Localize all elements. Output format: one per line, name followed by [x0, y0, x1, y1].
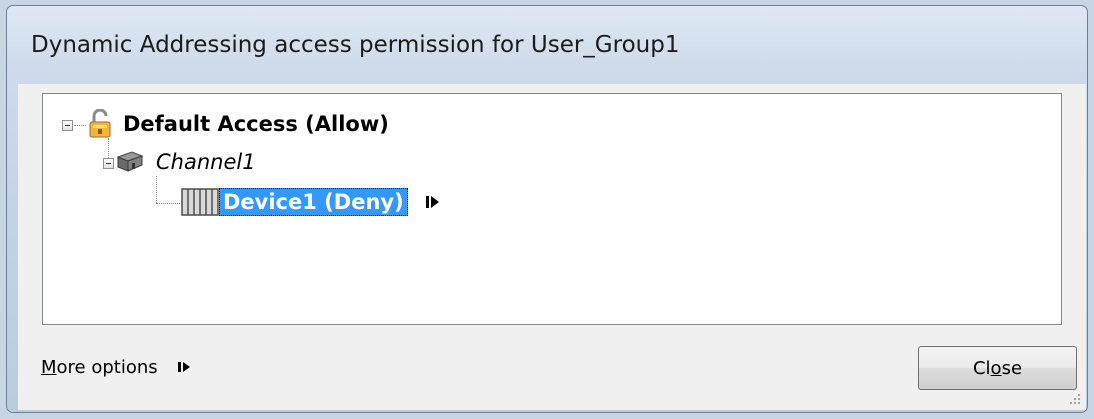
close-button[interactable]: Close [918, 346, 1077, 390]
window-title: Dynamic Addressing access permission for… [31, 32, 680, 58]
more-options-link[interactable]: More options [41, 357, 193, 378]
collapse-channel-icon[interactable] [103, 158, 114, 169]
close-label-a: Cl [972, 357, 991, 379]
tree-node-device1[interactable]: Device1 (Deny) [181, 187, 442, 217]
default-access-label: Default Access (Allow) [123, 112, 389, 136]
channel1-label: Channel1 [156, 150, 256, 174]
more-options-label: ore options [56, 357, 158, 378]
close-mnemonic: o [990, 357, 1002, 379]
channel-icon [116, 151, 144, 172]
permission-tree[interactable]: Default Access (Allow) Channel1 Device1 … [42, 93, 1062, 325]
unlocked-padlock-icon [89, 109, 111, 138]
more-options-mnemonic: M [41, 357, 57, 378]
tree-node-channel1[interactable]: Channel1 [116, 147, 256, 177]
dialog-client-area: Default Access (Allow) Channel1 Device1 … [18, 84, 1086, 410]
tree-node-default-access[interactable]: Default Access (Allow) [87, 109, 389, 139]
resize-grip[interactable] [1070, 394, 1082, 406]
close-label-b: se [1001, 357, 1023, 379]
tree-connector [108, 138, 109, 158]
device1-label: Device1 (Deny) [219, 188, 408, 216]
tree-connector [156, 203, 180, 204]
tree-connector [156, 176, 157, 203]
device-icon [181, 188, 219, 216]
expand-arrow-icon [178, 362, 191, 372]
title-bar[interactable]: Dynamic Addressing access permission for… [7, 6, 1087, 82]
collapse-root-icon[interactable] [62, 120, 73, 131]
dialog-window: Dynamic Addressing access permission for… [6, 5, 1088, 413]
tree-connector [74, 125, 86, 126]
more-arrow-icon[interactable] [424, 193, 442, 211]
